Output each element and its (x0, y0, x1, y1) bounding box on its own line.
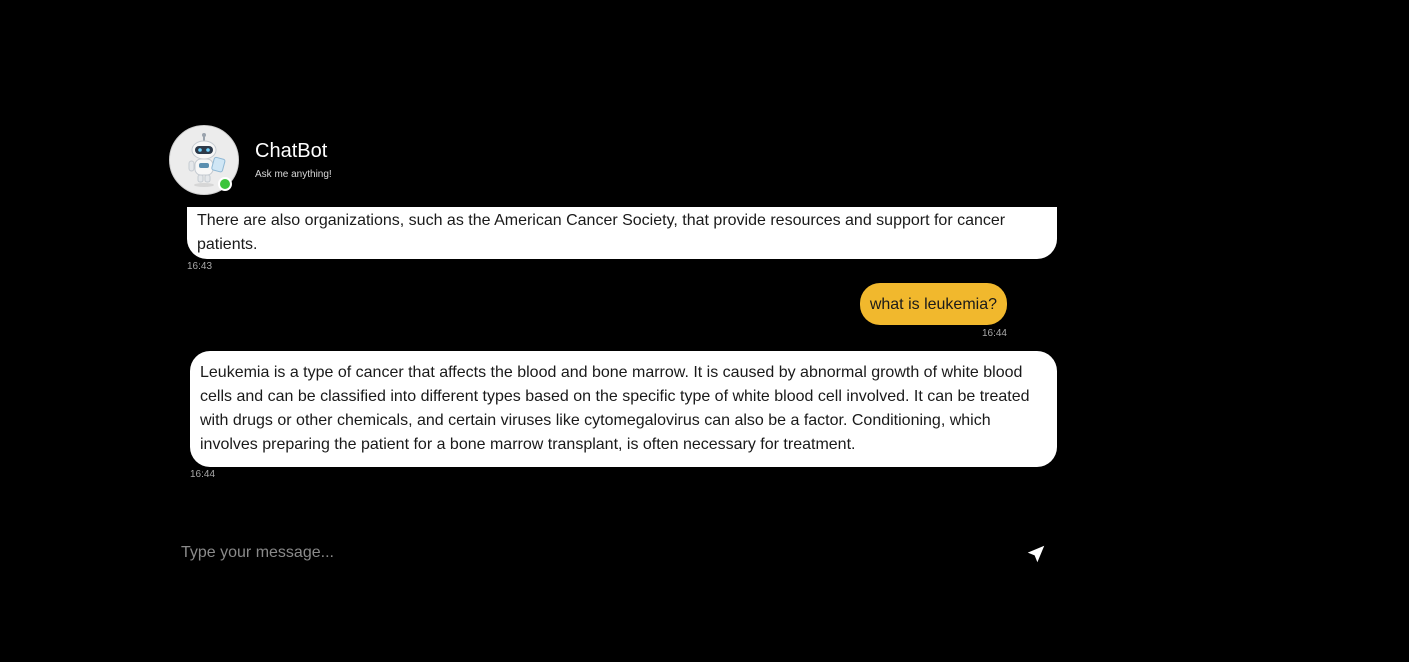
bot-message: Leukemia is a type of cancer that affect… (190, 351, 1057, 467)
online-status-dot (218, 177, 232, 191)
send-arrow-icon (1027, 545, 1045, 563)
message-list[interactable]: There are also organizations, such as th… (169, 207, 1069, 497)
chat-app: ChatBot Ask me anything! There are also … (0, 0, 1409, 662)
message-timestamp: 16:43 (187, 261, 213, 272)
bot-name: ChatBot (255, 139, 328, 162)
message-timestamp: 16:44 (981, 328, 1007, 339)
message-timestamp: 16:44 (190, 469, 216, 480)
header-text: ChatBot Ask me anything! (255, 139, 332, 182)
user-message: what is leukemia? (859, 283, 1007, 325)
message-input[interactable] (169, 532, 989, 574)
chat-header: ChatBot Ask me anything! (169, 125, 332, 195)
message-composer (169, 532, 1057, 574)
bot-subtitle: Ask me anything! (255, 168, 332, 180)
bot-message: There are also organizations, such as th… (187, 207, 1057, 259)
bot-avatar (169, 125, 239, 195)
send-button[interactable] (1025, 543, 1047, 565)
